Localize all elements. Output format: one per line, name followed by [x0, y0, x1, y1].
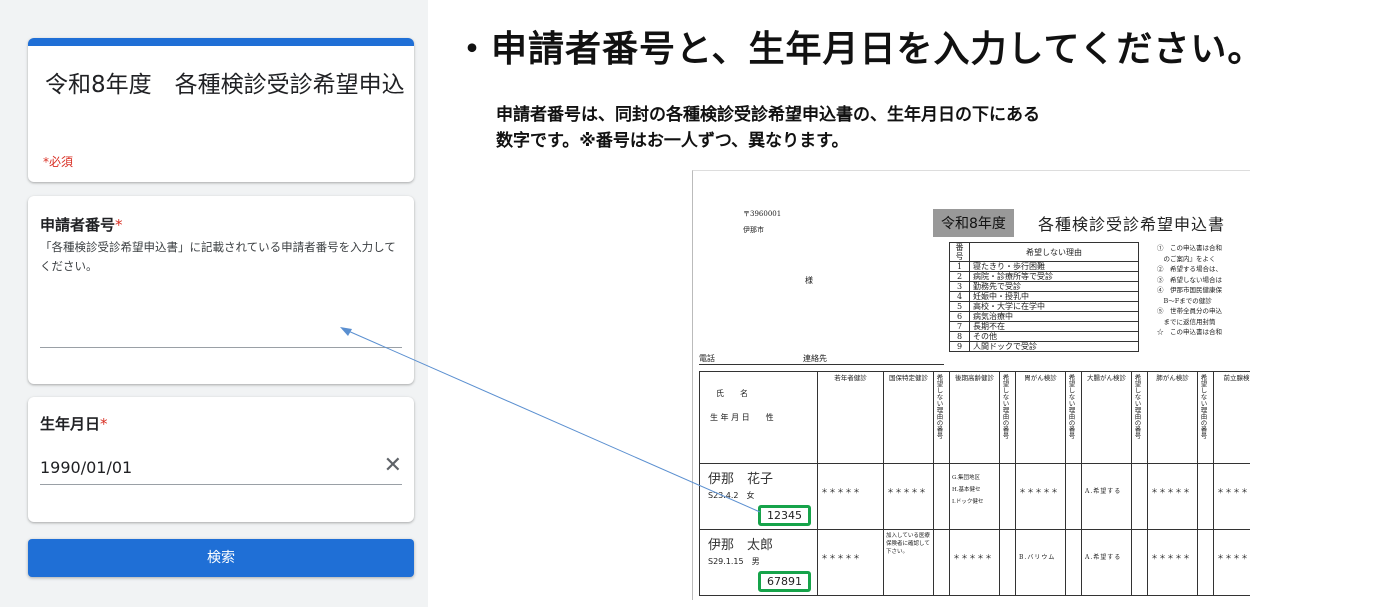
applicant-number-description: 「各種検診受診希望申込書」に記載されている申請者番号を入力してください。 [40, 240, 396, 273]
doc-note: ③ 希望しない場合は [1157, 275, 1222, 284]
reason-no: 1 [949, 261, 970, 272]
reason-no: 4 [949, 291, 970, 302]
reason-text: 病気治療中 [969, 311, 1139, 322]
col-header: 肺がん検診 [1147, 371, 1198, 464]
form-header-card: 令和8年度 各種検診受診希望申込 *必須 [28, 38, 414, 182]
dob-card: 生年月日* 1990/01/01 ✕ [28, 397, 414, 522]
person-dob-line: S23.4.2 女 [708, 491, 755, 500]
reason-header-no: 番号 [949, 242, 970, 262]
col-header: 国保特定健診 [883, 371, 934, 464]
doc-sama: 様 [805, 276, 813, 285]
person-number-wrap: 12345 [708, 505, 817, 526]
reason-text: 人間ドックで受診 [969, 341, 1139, 352]
reason-no: 8 [949, 331, 970, 342]
doc-note: ④ 伊那市国民健康保 [1157, 286, 1222, 294]
doc-note: ② 希望する場合は、 [1157, 265, 1222, 273]
applicant-number-input[interactable] [40, 346, 402, 348]
person-cell: 伊那 花子 S23.4.2 女 12345 [699, 463, 818, 530]
reason-text: その他 [969, 331, 1139, 342]
cell-value: ＊＊＊＊＊ [1015, 463, 1066, 530]
reason-no: 6 [949, 311, 970, 322]
cell-value: B.バリウム [1015, 529, 1066, 596]
cell-value: ＊＊＊＊＊ [817, 463, 884, 530]
cell-value: ＊＊＊＊＊ [949, 529, 1000, 596]
reason-vertical: 希望しない理由の番号 [1001, 374, 1009, 439]
cell-note: 加入している医療保険者に確認して下さい。 [883, 529, 934, 596]
cell-value: ＊＊＊＊＊ [1147, 463, 1198, 530]
col-header: 前立腺検 [1213, 371, 1250, 464]
doc-note: ① この申込書は合和 [1157, 244, 1222, 252]
reason-text: 妊娠中・授乳中 [969, 291, 1139, 302]
cell-value: A.希望する [1081, 529, 1132, 596]
search-button[interactable]: 検索 [28, 539, 414, 577]
reason-vertical: 希望しない理由の番号 [1067, 374, 1075, 439]
dob-value: 1990/01/01 [40, 458, 133, 477]
doc-main-table: 氏 名 生 年 月 日 性 若年者健診 国保特定健診 希望しない理由の番号 後期… [699, 371, 1250, 596]
application-form-image: 〒3960001 伊那市 様 令和8年度 各種検診受診希望申込書 番号 希望しない… [692, 170, 1250, 600]
cell-value: ＊＊＊＊＊ [817, 529, 884, 596]
reason-no: 9 [949, 341, 970, 352]
person-number-wrap: 67891 [708, 571, 817, 592]
instruction-text: 申請者番号は、同封の各種検診受診希望申込書の、生年月日の下にある 数字です。※番… [496, 102, 1040, 154]
reason-text: 病院・診療所等で受診 [969, 271, 1139, 282]
reason-vertical: 希望しない理由の番号 [1199, 374, 1207, 439]
person-number: 67891 [758, 571, 811, 592]
form-panel: 令和8年度 各種検診受診希望申込 *必須 申請者番号* 「各種検診受診希望申込書… [0, 0, 428, 607]
col-header: 大腸がん検診 [1081, 371, 1132, 464]
instruction-line-2: 数字です。※番号はお一人ずつ、異なります。 [496, 131, 849, 151]
reason-no: 3 [949, 281, 970, 292]
cell-value: ＊＊＊＊＊ [1213, 529, 1250, 596]
cell-value: ＊＊＊＊＊ [883, 463, 934, 530]
cell-value: ＊＊＊＊＊ [1213, 463, 1250, 530]
person-name: 伊那 太郎 [708, 538, 774, 553]
doc-year-label: 令和8年度 [933, 209, 1014, 237]
person-name: 伊那 花子 [708, 472, 774, 487]
dob-header: 生 年 月 日 性 [710, 413, 774, 422]
reason-table: 番号 希望しない理由 1 寝たきり・歩行困難 2 病院・診療所等で受診 3 勤務先で受診… [949, 242, 1139, 352]
required-star: * [100, 415, 108, 433]
reason-text: 長期不在 [969, 321, 1139, 332]
dob-input[interactable]: 1990/01/01 ✕ [40, 451, 402, 485]
person-cell: 伊那 太郎 S29.1.15 男 67891 [699, 529, 818, 596]
reason-no: 5 [949, 301, 970, 312]
applicant-number-label: 申請者番号* [40, 216, 123, 234]
col-header: 胃がん検診 [1015, 371, 1066, 464]
applicant-number-card: 申請者番号* 「各種検診受診希望申込書」に記載されている申請者番号を入力してくだ… [28, 196, 414, 384]
reason-no: 7 [949, 321, 970, 332]
reason-header-text: 希望しない理由 [969, 242, 1139, 262]
required-note: *必須 [43, 155, 74, 169]
col-header: 後期高齢健診 [949, 371, 1000, 464]
name-header: 氏 名 [716, 389, 748, 398]
reason-vertical: 希望しない理由の番号 [1133, 374, 1141, 439]
doc-contact: 連絡先 [803, 354, 827, 363]
col-header: 若年者健診 [817, 371, 884, 464]
reason-text: 勤務先で受診 [969, 281, 1139, 292]
doc-note: までに返信用封筒 [1157, 317, 1216, 326]
doc-note: ⑤ 世帯全員分の申込 [1157, 307, 1222, 315]
person-number: 12345 [758, 505, 811, 526]
instruction-line-1: 申請者番号は、同封の各種検診受診希望申込書の、生年月日の下にある [496, 105, 1040, 125]
doc-note: ☆ この申込書は合和 [1157, 328, 1222, 336]
cell-options: G.集団地区 H.基本健セ I.ドック健セ [949, 463, 1000, 530]
cell-value: ＊＊＊＊＊ [1147, 529, 1198, 596]
reason-vertical: 希望しない理由の番号 [935, 374, 943, 439]
doc-city: 伊那市 [743, 226, 764, 234]
reason-no: 2 [949, 271, 970, 282]
dob-label: 生年月日* [40, 415, 108, 433]
cell-value: A.希望する [1081, 463, 1132, 530]
doc-note: B～Fまでの健診 [1157, 296, 1212, 305]
person-dob-line: S29.1.15 男 [708, 557, 760, 566]
required-star: * [115, 216, 123, 234]
form-title: 令和8年度 各種検診受診希望申込 [45, 72, 405, 98]
instruction-heading: ・申請者番号と、生年月日を入力してください。 [454, 29, 1265, 70]
close-icon[interactable]: ✕ [384, 455, 402, 477]
reason-text: 高校・大学に在学中 [969, 301, 1139, 312]
doc-zip: 〒3960001 [743, 210, 782, 218]
doc-notes: ① この申込書は合和 のご案内』をよく ② 希望する場合は、 ③ 希望しない場合… [1157, 243, 1250, 338]
doc-note: のご案内』をよく [1157, 254, 1216, 263]
name-header-cell: 氏 名 生 年 月 日 性 [699, 371, 818, 464]
doc-title: 各種検診受診希望申込書 [1038, 215, 1226, 234]
reason-text: 寝たきり・歩行困難 [969, 261, 1139, 272]
